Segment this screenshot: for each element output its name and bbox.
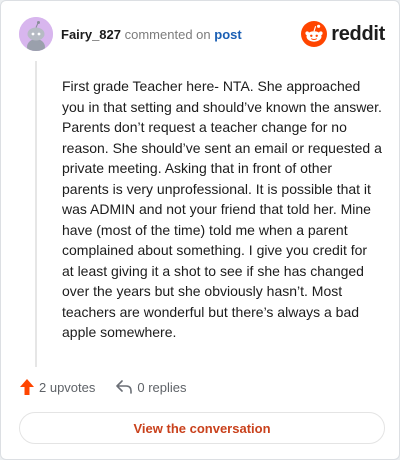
upvote-action[interactable]: 2 upvotes bbox=[19, 378, 95, 396]
view-conversation-button[interactable]: View the conversation bbox=[19, 412, 385, 444]
upvote-arrow-icon bbox=[20, 379, 34, 395]
comment-actions: 2 upvotes 0 replies bbox=[19, 377, 207, 397]
post-link[interactable]: post bbox=[214, 27, 241, 42]
comment-card: Fairy_827 commented on post reddit First… bbox=[0, 0, 400, 460]
comment-header: Fairy_827 commented on post reddit bbox=[19, 17, 385, 51]
snoo-avatar-icon bbox=[19, 17, 53, 51]
reply-arrow-icon bbox=[116, 380, 133, 394]
author-name[interactable]: Fairy_827 bbox=[61, 27, 121, 42]
reply-action[interactable]: 0 replies bbox=[115, 379, 187, 395]
comment-body: First grade Teacher here- NTA. She appro… bbox=[62, 78, 382, 340]
reddit-logo[interactable]: reddit bbox=[301, 20, 385, 48]
upvotes-count: 2 upvotes bbox=[39, 379, 96, 395]
reddit-logo-icon bbox=[301, 21, 328, 47]
logo-text: reddit bbox=[331, 22, 385, 45]
thread-line bbox=[35, 61, 37, 367]
author-line: Fairy_827 commented on post bbox=[61, 27, 242, 42]
action-text: commented on bbox=[124, 27, 211, 42]
replies-count: 0 replies bbox=[137, 379, 187, 395]
avatar[interactable] bbox=[19, 17, 53, 51]
